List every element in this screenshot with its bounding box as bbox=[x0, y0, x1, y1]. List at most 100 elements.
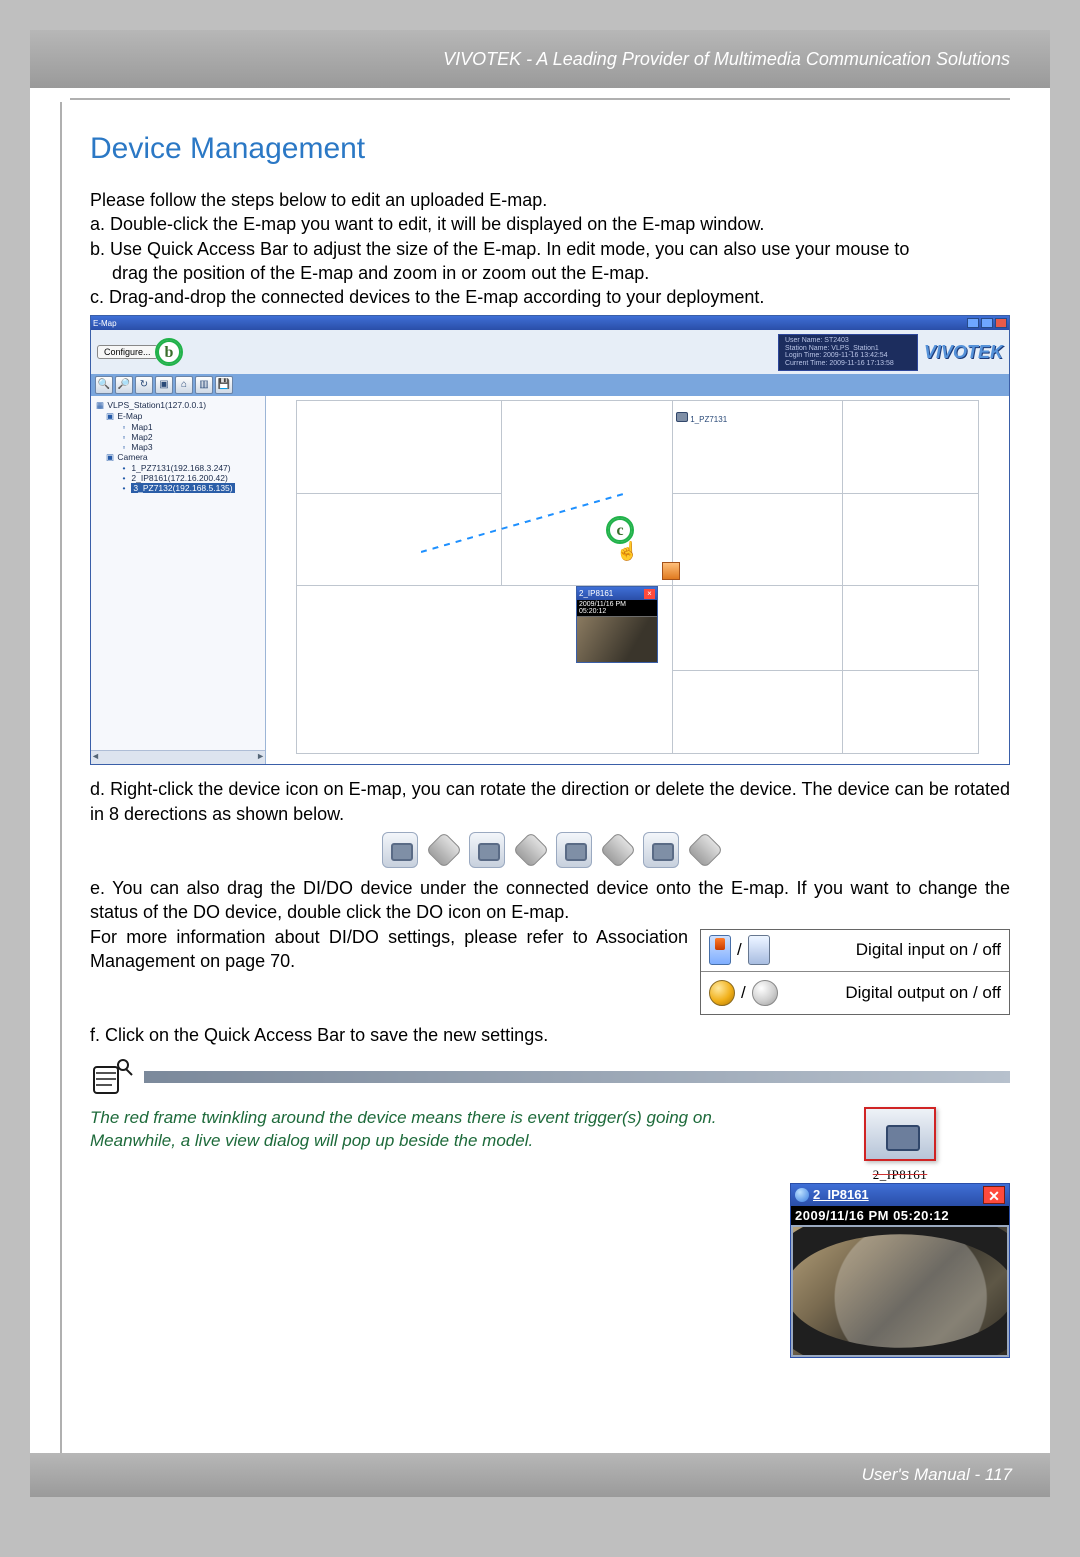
camera-facing-left-icon bbox=[469, 832, 505, 868]
manual-page: VIVOTEK - A Leading Provider of Multimed… bbox=[30, 30, 1050, 1497]
content-area: Device Management Please follow the step… bbox=[30, 102, 1050, 1153]
tree-cam1-label: 1_PZ7131(192.168.3.247) bbox=[131, 463, 230, 473]
folder-icon[interactable]: ▥ bbox=[195, 376, 213, 394]
tree-panel: ▦ VLPS_Station1(127.0.0.1) ▣ E-Map ▫ Map… bbox=[91, 396, 266, 764]
map-camera-label: 1_PZ7131 bbox=[690, 415, 727, 424]
dialog-icon bbox=[795, 1188, 809, 1202]
tree-root[interactable]: ▦ VLPS_Station1(127.0.0.1) bbox=[95, 400, 261, 411]
session-user: User Name: ST2403 bbox=[785, 337, 911, 345]
session-station: Station Name: VLPS_Station1 bbox=[785, 345, 911, 353]
fit-icon[interactable]: ▣ bbox=[155, 376, 173, 394]
do-on-icon bbox=[709, 980, 735, 1006]
zoom-out-icon[interactable]: 🔎 bbox=[115, 376, 133, 394]
step-b: b. Use Quick Access Bar to adjust the si… bbox=[90, 237, 1010, 261]
popup-close-icon[interactable]: × bbox=[644, 589, 655, 599]
quick-access-bar: 🔍 🔎 ↻ ▣ ⌂ ▥ 💾 bbox=[91, 374, 1009, 396]
step-e: e. You can also drag the DI/DO device un… bbox=[90, 876, 1010, 925]
footer-band: User's Manual - 117 bbox=[30, 1453, 1050, 1497]
tree-cam3-label: 3_PZ7132(192.168.5.135) bbox=[131, 483, 234, 493]
app-body: ▦ VLPS_Station1(127.0.0.1) ▣ E-Map ▫ Map… bbox=[91, 396, 1009, 764]
tree-map2[interactable]: ▫ Map2 bbox=[95, 432, 261, 442]
minimize-icon[interactable] bbox=[967, 318, 979, 328]
session-login: Login Time: 2009-11-16 13:42:54 bbox=[785, 352, 911, 360]
session-current: Current Time: 2009-11-16 17:13:58 bbox=[785, 360, 911, 368]
dialog-title: 2_IP8161 bbox=[813, 1187, 869, 1202]
step-c: c. Drag-and-drop the connected devices t… bbox=[90, 285, 1010, 309]
page-title: Device Management bbox=[90, 132, 1010, 166]
dido-legend: / Digital input on / off / Digital outpu… bbox=[700, 929, 1010, 1015]
tree-map3-label: Map3 bbox=[131, 442, 152, 452]
tree-emap-folder[interactable]: ▣ E-Map bbox=[95, 411, 261, 422]
dialog-live-image bbox=[791, 1225, 1009, 1357]
vivotek-logo: VIVOTEK bbox=[924, 342, 1003, 363]
window-controls bbox=[967, 318, 1007, 328]
popup-timestamp: 2009/11/16 PM 05:20:12 bbox=[577, 600, 657, 616]
slash-2: / bbox=[741, 983, 746, 1003]
tree-root-label: VLPS_Station1(127.0.0.1) bbox=[107, 400, 206, 410]
configure-button[interactable]: Configure... bbox=[97, 345, 158, 359]
tree-map1[interactable]: ▫ Map1 bbox=[95, 422, 261, 432]
tree-map1-label: Map1 bbox=[131, 422, 152, 432]
tree-cam1[interactable]: • 1_PZ7131(192.168.3.247) bbox=[95, 463, 261, 473]
step-b-cont: drag the position of the E-map and zoom … bbox=[90, 261, 1010, 285]
tree-cam3[interactable]: • 3_PZ7132(192.168.5.135) bbox=[95, 483, 261, 493]
tree-cam2[interactable]: • 2_IP8161(172.16.200.42) bbox=[95, 473, 261, 483]
camera-facing-dl-icon bbox=[425, 832, 462, 869]
step-a: a. Double-click the E-map you want to ed… bbox=[90, 212, 1010, 236]
tree-map2-label: Map2 bbox=[131, 432, 152, 442]
device-icon[interactable] bbox=[662, 562, 680, 580]
refresh-icon[interactable]: ↻ bbox=[135, 376, 153, 394]
app-titlebar: E-Map bbox=[91, 316, 1009, 330]
di-off-icon bbox=[748, 935, 770, 965]
left-rule bbox=[60, 102, 62, 1457]
slash-1: / bbox=[737, 940, 742, 960]
step-d: d. Right-click the device icon on E-map,… bbox=[90, 777, 1010, 826]
tree-map3[interactable]: ▫ Map3 bbox=[95, 442, 261, 452]
save-icon[interactable]: 💾 bbox=[215, 376, 233, 394]
header-tagline: VIVOTEK - A Leading Provider of Multimed… bbox=[30, 30, 1050, 88]
camera-facing-down-icon bbox=[382, 832, 418, 868]
maximize-icon[interactable] bbox=[981, 318, 993, 328]
do-label: Digital output on / off bbox=[845, 983, 1001, 1003]
tree-camera-label: Camera bbox=[117, 452, 147, 462]
di-on-icon bbox=[709, 935, 731, 965]
floorplan-image bbox=[296, 400, 979, 754]
camera-facing-right-icon bbox=[643, 832, 679, 868]
footer-page-number: 117 bbox=[985, 1465, 1012, 1484]
emap-app-window: E-Map Configure... User Name: ST2403 Sta… bbox=[90, 315, 1010, 765]
map-camera-marker[interactable]: 1_PZ7131 bbox=[676, 412, 727, 424]
camera-facing-ul-icon bbox=[512, 832, 549, 869]
camera-facing-up-icon bbox=[556, 832, 592, 868]
note-icon bbox=[90, 1057, 134, 1097]
event-trigger-figure: 2_IP8161 2_IP8161 ✕ 2009/11/16 PM 05:20:… bbox=[790, 1107, 1010, 1358]
app-title: E-Map bbox=[93, 319, 117, 328]
close-icon[interactable] bbox=[995, 318, 1007, 328]
live-view-popup: 2_IP8161 × 2009/11/16 PM 05:20:12 bbox=[576, 586, 658, 663]
tree-emap-label: E-Map bbox=[117, 411, 142, 421]
tree-cam2-label: 2_IP8161(172.16.200.42) bbox=[131, 473, 227, 483]
live-view-dialog: 2_IP8161 ✕ 2009/11/16 PM 05:20:12 bbox=[790, 1183, 1010, 1358]
dialog-timestamp: 2009/11/16 PM 05:20:12 bbox=[791, 1206, 1009, 1225]
drag-hand-icon: ☝ bbox=[616, 541, 638, 562]
di-label: Digital input on / off bbox=[856, 940, 1001, 960]
tree-camera-folder[interactable]: ▣ Camera bbox=[95, 452, 261, 463]
triggered-device-label: 2_IP8161 bbox=[790, 1167, 1010, 1183]
body-text: Please follow the steps below to edit an… bbox=[90, 188, 1010, 309]
tree-scrollbar[interactable]: ◄► bbox=[91, 750, 265, 764]
app-top-row: Configure... User Name: ST2403 Station N… bbox=[91, 330, 1009, 374]
intro-text: Please follow the steps below to edit an… bbox=[90, 188, 1010, 212]
do-off-icon bbox=[752, 980, 778, 1006]
session-info: User Name: ST2403 Station Name: VLPS_Sta… bbox=[778, 334, 918, 371]
footer-label: User's Manual - bbox=[862, 1465, 985, 1484]
zoom-in-icon[interactable]: 🔍 bbox=[95, 376, 113, 394]
camera-facing-ur-icon bbox=[599, 832, 636, 869]
popup-title: 2_IP8161 bbox=[579, 589, 613, 598]
step-f: f. Click on the Quick Access Bar to save… bbox=[90, 1023, 1010, 1047]
home-icon[interactable]: ⌂ bbox=[175, 376, 193, 394]
note-divider bbox=[90, 1057, 1010, 1097]
camera-facing-dr-icon bbox=[686, 832, 723, 869]
map-canvas[interactable]: 1_PZ7131 ☝ c 2_IP8161 × bbox=[266, 396, 1009, 764]
dialog-close-icon[interactable]: ✕ bbox=[983, 1186, 1005, 1204]
popup-live-image bbox=[577, 616, 657, 662]
triggered-device-icon bbox=[864, 1107, 936, 1161]
